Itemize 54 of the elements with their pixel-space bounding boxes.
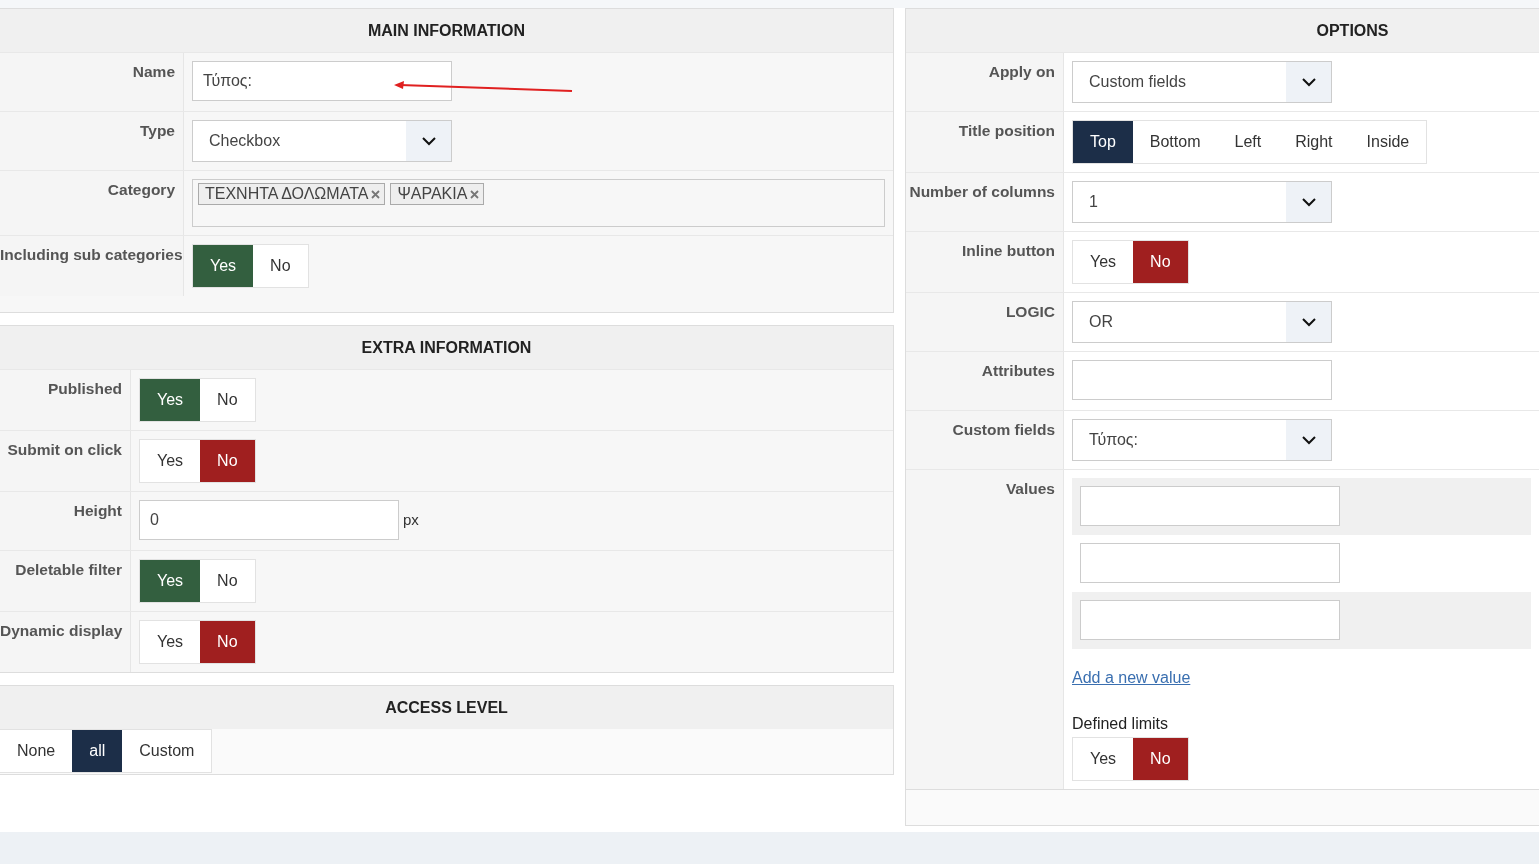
text-field[interactable]: Τύπος: [192,61,452,101]
remove-icon[interactable] [470,189,480,199]
field-label: Height [73,502,122,519]
select-dropdown[interactable]: Custom fields [1072,61,1332,103]
tag-input[interactable]: ΤΕΧΝΗΤΑ ΔΟΛΩΜΑΤΑ ΨΑΡΑΚΙΑ [192,179,885,227]
field-label: Name [132,63,175,80]
field-label: Title position [958,122,1055,139]
toggle-option[interactable]: Yes [193,245,254,287]
chevron-down-icon [1300,317,1317,327]
select-dropdown[interactable]: Checkbox [192,120,452,162]
section-title: MAIN INFORMATION [368,21,525,40]
chevron-down-icon [1300,435,1317,445]
field-label: Published [47,380,122,397]
toggle-option[interactable]: Yes [140,560,201,602]
field-label: LOGIC [1005,303,1055,320]
field-label: Apply on [988,63,1055,80]
value-field[interactable] [1080,543,1340,583]
toggle-option[interactable]: No [1133,241,1188,283]
value-field[interactable] [1080,600,1340,640]
section-title: ACCESS LEVEL [385,698,508,717]
unit-label: px [403,511,419,530]
toggle-option[interactable]: Top [1073,121,1133,163]
text-field[interactable] [1072,360,1332,400]
field-label: Defined limits [1072,715,1169,733]
chevron-down-icon [420,136,437,146]
chevron-down-icon [1300,77,1317,87]
toggle-option[interactable]: No [200,440,255,482]
height-field[interactable]: 0 [139,500,399,540]
select-dropdown[interactable]: Τύπος: [1072,419,1332,461]
toggle-option[interactable]: Yes [140,379,201,421]
field-label: Attributes [981,362,1055,379]
toggle-option[interactable]: No [1133,738,1188,780]
field-label: Dynamic display [0,622,123,639]
toggle-option[interactable]: No [200,621,255,663]
value-field[interactable] [1080,486,1340,526]
field-label: Including sub categories [0,246,183,263]
access-option[interactable]: all [72,730,123,772]
field-label: Submit on click [7,441,122,458]
field-label: Inline button [962,242,1055,259]
field-label: Category [107,181,175,198]
category-tag: ΤΕΧΝΗΤΑ ΔΟΛΩΜΑΤΑ [198,183,386,205]
chevron-down-icon [1300,197,1317,207]
section-title: EXTRA INFORMATION [361,338,532,357]
field-label: Type [139,122,175,139]
section-title: OPTIONS [1316,21,1389,40]
field-label: Deletable filter [15,561,122,578]
select-dropdown[interactable]: OR [1072,301,1332,343]
field-label: Values [1005,480,1055,497]
select-dropdown[interactable]: 1 [1072,181,1332,223]
add-value-link[interactable]: Add a new value [1072,669,1191,687]
remove-icon[interactable] [371,189,381,199]
field-label: Number of columns [909,183,1055,200]
field-label: Custom fields [952,421,1055,438]
category-tag: ΨΑΡΑΚΙΑ [390,183,485,205]
